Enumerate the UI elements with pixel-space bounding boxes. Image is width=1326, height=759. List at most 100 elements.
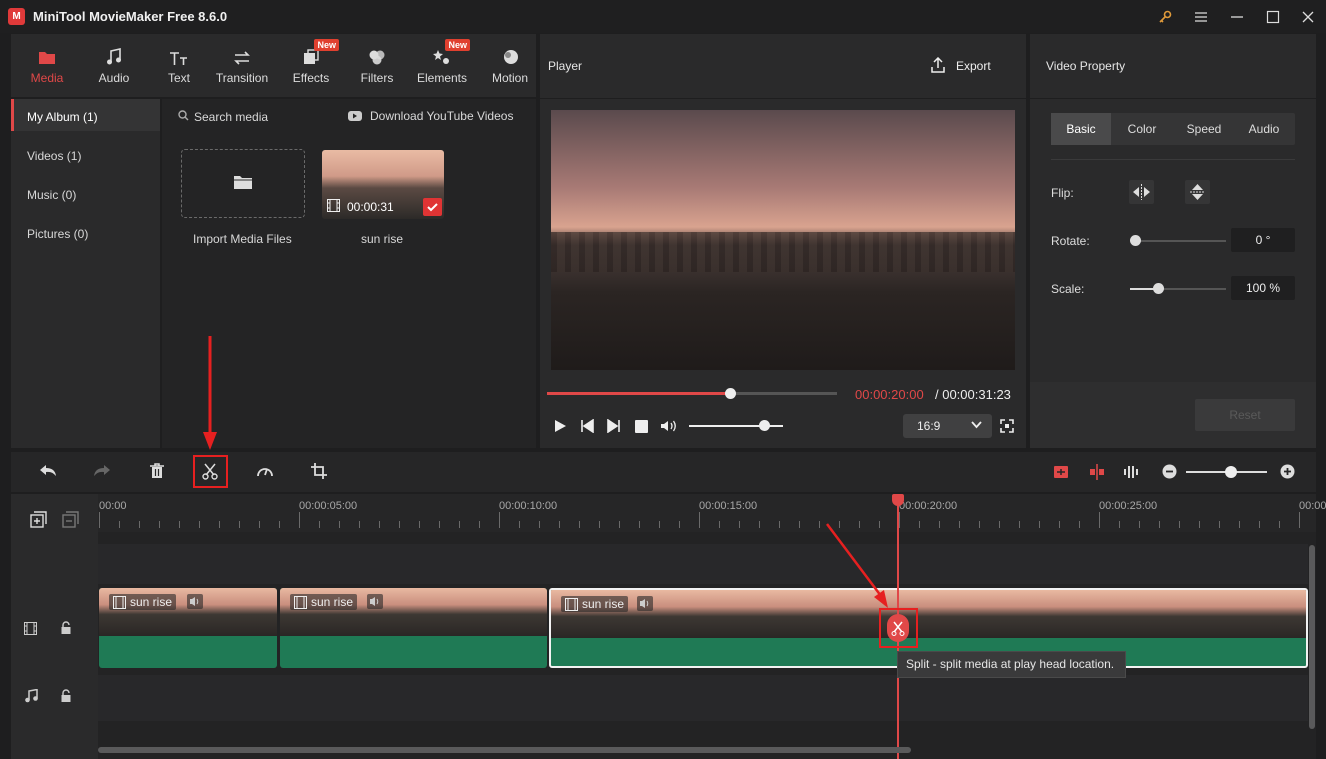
- youtube-download-icon: [348, 110, 364, 122]
- undo-icon[interactable]: [39, 463, 57, 479]
- divider: [1030, 98, 1316, 99]
- tab-filters[interactable]: Filters: [345, 44, 409, 94]
- flip-vertical-icon[interactable]: [1185, 180, 1210, 204]
- ruler-tick: [659, 521, 660, 528]
- scale-value[interactable]: 100 %: [1231, 276, 1295, 300]
- sidebar-item-pictures[interactable]: Pictures (0): [27, 227, 88, 241]
- clip-name: sun rise: [130, 595, 173, 609]
- stop-icon[interactable]: [635, 420, 648, 433]
- tab-audio-property[interactable]: Audio: [1233, 113, 1295, 145]
- rotate-value[interactable]: 0 °: [1231, 228, 1295, 252]
- scale-handle[interactable]: [1152, 283, 1164, 294]
- split-tooltip: Split - split media at play head locatio…: [897, 651, 1126, 678]
- flip-horizontal-icon[interactable]: [1129, 180, 1154, 204]
- export-button[interactable]: Export: [956, 59, 991, 73]
- ruler-tick: [519, 521, 520, 528]
- play-icon[interactable]: [553, 419, 567, 433]
- rotate-handle[interactable]: [1130, 235, 1141, 246]
- ruler-tick: [699, 512, 700, 528]
- next-frame-icon[interactable]: [607, 419, 621, 433]
- split-scissors-icon[interactable]: [202, 463, 218, 480]
- zoom-handle[interactable]: [1224, 466, 1237, 478]
- ruler-tick: [499, 512, 500, 528]
- ruler-tick: [359, 521, 360, 528]
- annotation-arrow: [198, 334, 222, 454]
- ruler-tick: [979, 521, 980, 528]
- progress-handle[interactable]: [724, 388, 736, 399]
- horizontal-scrollbar[interactable]: [98, 747, 911, 753]
- minimize-icon[interactable]: [1226, 6, 1248, 28]
- tab-text[interactable]: Text: [147, 44, 211, 94]
- aspect-ratio-value: 16:9: [917, 419, 941, 433]
- search-input[interactable]: Search media: [194, 110, 268, 124]
- fit-timeline-icon[interactable]: [1089, 464, 1105, 480]
- video-clip[interactable]: sun rise: [280, 588, 547, 668]
- magnet-snap-icon[interactable]: [1053, 464, 1069, 480]
- zoom-in-icon[interactable]: [1280, 464, 1295, 479]
- ruler-tick: [1019, 521, 1020, 528]
- zoom-out-icon[interactable]: [1162, 464, 1177, 479]
- ruler-tick: [819, 521, 820, 528]
- close-icon[interactable]: [1297, 6, 1319, 28]
- audio-track-icon: [24, 689, 38, 703]
- ruler-tick: [1099, 512, 1100, 528]
- ruler-tick: [759, 521, 760, 528]
- sidebar-item-videos[interactable]: Videos (1): [27, 149, 81, 163]
- rotate-slider[interactable]: [1136, 240, 1226, 242]
- volume-icon[interactable]: [660, 419, 678, 433]
- ruler-tick: [639, 521, 640, 528]
- search-icon: [178, 110, 189, 121]
- playhead-handle[interactable]: [892, 494, 904, 506]
- transition-arrows-icon: [210, 44, 274, 66]
- ruler-tick: [939, 521, 940, 528]
- fullscreen-icon[interactable]: [1000, 419, 1014, 433]
- ruler-tick: [1199, 521, 1200, 528]
- maximize-icon[interactable]: [1262, 6, 1284, 28]
- speed-icon[interactable]: [256, 463, 274, 479]
- tab-audio[interactable]: Audio: [82, 44, 146, 94]
- clip-label: sun rise: [561, 596, 629, 612]
- lock-icon[interactable]: [60, 621, 72, 635]
- tab-speed[interactable]: Speed: [1173, 113, 1235, 145]
- ruler-tick: [1259, 521, 1260, 528]
- redo-icon[interactable]: [93, 463, 111, 479]
- vertical-scrollbar[interactable]: [1309, 545, 1315, 729]
- tab-effects[interactable]: New Effects: [279, 39, 343, 94]
- previous-frame-icon[interactable]: [580, 419, 594, 433]
- tab-elements-label: Elements: [416, 71, 468, 85]
- delete-icon[interactable]: [149, 463, 165, 479]
- ruler-tick: [959, 521, 960, 528]
- tab-color[interactable]: Color: [1111, 113, 1173, 145]
- split-at-playhead-button[interactable]: [887, 614, 909, 642]
- tab-basic[interactable]: Basic: [1051, 113, 1111, 145]
- ruler-tick: [399, 521, 400, 528]
- tab-elements[interactable]: New Elements: [410, 39, 474, 94]
- ruler-tick: [159, 521, 160, 528]
- tab-media[interactable]: Media: [15, 44, 79, 94]
- tab-motion[interactable]: Motion: [478, 44, 542, 94]
- ruler-tick: [1159, 521, 1160, 528]
- divider: [1051, 159, 1295, 160]
- sidebar-item-music[interactable]: Music (0): [27, 188, 76, 202]
- add-track-icon[interactable]: [30, 511, 47, 528]
- ruler-tick: [319, 521, 320, 528]
- lock-icon[interactable]: [60, 689, 72, 703]
- sidebar-item-label: My Album (1): [27, 110, 98, 124]
- menu-icon[interactable]: [1190, 6, 1212, 28]
- ruler-label: 00:00:10:00: [499, 500, 558, 512]
- download-youtube-link[interactable]: Download YouTube Videos: [370, 109, 513, 123]
- tab-transition[interactable]: Transition: [210, 44, 274, 94]
- filters-icon: [345, 44, 409, 66]
- ruler-tick: [99, 512, 100, 528]
- import-media-label: Import Media Files: [193, 232, 292, 246]
- reset-button[interactable]: Reset: [1195, 399, 1295, 431]
- ruler-tick: [1139, 521, 1140, 528]
- audio-wave-icon[interactable]: [1123, 463, 1139, 481]
- timeline-ruler: 00:00 00:00:05:00 00:00:10:00 00:00:15:00 00…: [98, 494, 1326, 532]
- flip-label: Flip:: [1051, 186, 1074, 200]
- video-clip[interactable]: sun rise: [99, 588, 277, 668]
- crop-icon[interactable]: [311, 463, 327, 479]
- key-icon[interactable]: [1154, 6, 1176, 28]
- ruler-tick: [339, 521, 340, 528]
- remove-track-icon[interactable]: [62, 511, 79, 528]
